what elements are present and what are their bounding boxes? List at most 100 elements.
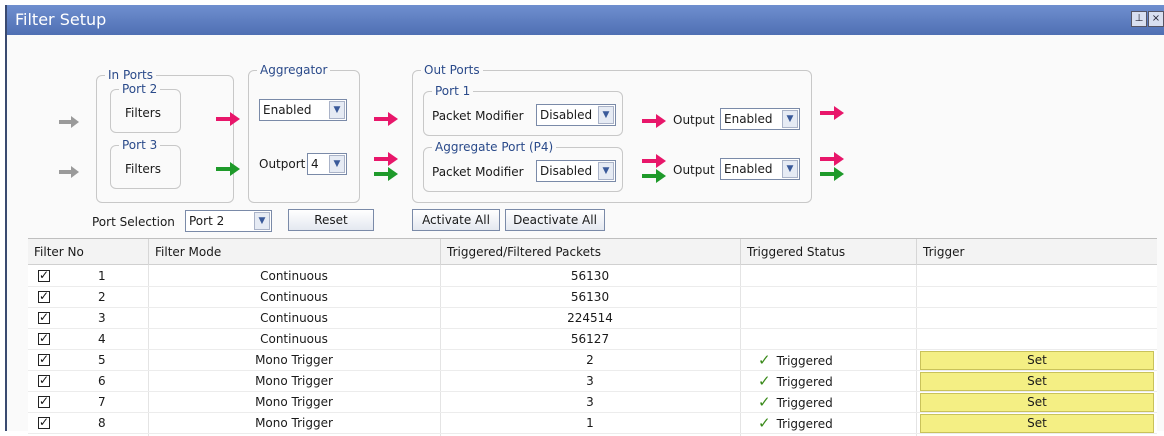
packets-cell: 3 [586, 395, 594, 409]
port3-title: Port 3 [119, 138, 161, 152]
aggregate-output-value: Enabled [724, 162, 773, 176]
row-checkbox[interactable]: ✓ [38, 310, 50, 324]
filter-mode-cell: Mono Trigger [255, 353, 333, 367]
port1-output-label: Output [673, 113, 715, 127]
table-row[interactable]: ✓ 6 Mono Trigger 3 ✓ Triggered Set [28, 371, 1157, 392]
red-arrow-icon [374, 112, 398, 126]
packets-cell: 3 [586, 374, 594, 388]
outport-select[interactable]: 4 ▼ [307, 153, 347, 175]
filter-mode-cell: Continuous [260, 332, 328, 346]
red-arrow-icon [642, 154, 666, 168]
red-arrow-icon [374, 152, 398, 166]
table-row[interactable]: ✓ 4 Continuous 56127 [28, 329, 1157, 350]
set-trigger-button[interactable]: Set [920, 372, 1154, 391]
row-checkbox[interactable]: ✓ [38, 373, 50, 387]
filter-no-cell: 7 [98, 395, 106, 409]
check-icon: ✓ [39, 310, 50, 324]
title-bar: Filter Setup ⊥ × [7, 5, 1164, 35]
port3-group: Port 3 Filters [110, 138, 181, 189]
triggered-status-text: Triggered [776, 396, 833, 410]
red-arrow-icon [216, 112, 240, 126]
port-selection-value: Port 2 [189, 214, 225, 228]
port1-modifier-label: Packet Modifier [432, 109, 524, 123]
aggregator-group: Aggregator Enabled ▼ Outport 4 ▼ [248, 63, 360, 203]
reset-button[interactable]: Reset [288, 209, 374, 231]
filter-setup-window: Filter Setup ⊥ × In Ports Port 2 Filters… [5, 5, 1164, 436]
row-checkbox[interactable]: ✓ [38, 394, 50, 408]
chevron-down-icon[interactable]: ▼ [598, 162, 614, 180]
chevron-down-icon[interactable]: ▼ [598, 106, 614, 124]
chevron-down-icon[interactable]: ▼ [782, 160, 798, 178]
set-trigger-button[interactable]: Set [920, 393, 1154, 412]
port2-filters-label[interactable]: Filters [125, 106, 161, 120]
set-trigger-button[interactable]: Set [920, 414, 1154, 433]
out-ports-group: Out Ports Port 1 Packet Modifier Disable… [412, 63, 812, 203]
row-checkbox[interactable]: ✓ [38, 289, 50, 303]
port-selection-select[interactable]: Port 2 ▼ [185, 210, 272, 232]
filter-no-cell: 6 [98, 374, 106, 388]
table-row[interactable]: ✓ 2 Continuous 56130 [28, 287, 1157, 308]
check-icon: ✓ [39, 394, 50, 408]
check-icon: ✓ [39, 415, 50, 429]
chevron-down-icon[interactable]: ▼ [329, 101, 345, 119]
set-trigger-button[interactable]: Set [920, 351, 1154, 370]
col-packets[interactable]: Triggered/Filtered Packets [440, 239, 740, 265]
col-triggered-status[interactable]: Triggered Status [740, 239, 916, 265]
gray-arrow-icon [59, 166, 79, 178]
checkmark-icon: ✓ [758, 414, 771, 432]
pin-icon[interactable]: ⊥ [1131, 11, 1147, 27]
chevron-down-icon[interactable]: ▼ [782, 110, 798, 128]
col-trigger[interactable]: Trigger [916, 239, 1157, 265]
packets-cell: 224514 [567, 311, 613, 325]
table-row[interactable]: ✓ 1 Continuous 56130 [28, 266, 1157, 287]
port2-title: Port 2 [119, 82, 161, 96]
port2-group: Port 2 Filters [110, 82, 181, 133]
table-row[interactable]: ✓ 5 Mono Trigger 2 ✓ Triggered Set [28, 350, 1157, 371]
aggregate-modifier-select[interactable]: Disabled ▼ [536, 160, 616, 182]
col-filter-no[interactable]: Filter No [28, 239, 148, 265]
close-icon[interactable]: × [1148, 11, 1164, 27]
green-arrow-icon [642, 169, 666, 183]
deactivate-all-button[interactable]: Deactivate All [505, 209, 605, 231]
packets-cell: 56130 [570, 269, 610, 283]
table-header: Filter No Filter Mode Triggered/Filtered… [28, 239, 1157, 265]
filter-table: Filter No Filter Mode Triggered/Filtered… [28, 238, 1157, 436]
table-row[interactable]: ✓ 3 Continuous 224514 [28, 308, 1157, 329]
port1-output-select[interactable]: Enabled ▼ [720, 108, 800, 130]
aggregator-state-select[interactable]: Enabled ▼ [259, 99, 347, 121]
aggregator-state-value: Enabled [263, 103, 312, 117]
port-selection-label: Port Selection [92, 215, 175, 229]
check-icon: ✓ [39, 352, 50, 366]
row-checkbox[interactable]: ✓ [38, 415, 50, 429]
checkmark-icon: ✓ [758, 372, 771, 390]
port1-modifier-value: Disabled [540, 108, 593, 122]
red-arrow-icon [642, 114, 666, 128]
chevron-down-icon[interactable]: ▼ [329, 155, 345, 173]
table-row[interactable]: ✓ 7 Mono Trigger 3 ✓ Triggered Set [28, 392, 1157, 413]
filter-no-cell: 3 [98, 311, 106, 325]
chevron-down-icon[interactable]: ▼ [254, 212, 270, 230]
check-icon: ✓ [39, 331, 50, 345]
activate-all-button[interactable]: Activate All [412, 209, 500, 231]
in-ports-group: In Ports Port 2 Filters Port 3 Filters [96, 68, 234, 203]
port1-output-value: Enabled [724, 112, 773, 126]
checkmark-icon: ✓ [758, 351, 771, 369]
col-filter-mode[interactable]: Filter Mode [148, 239, 440, 265]
port1-modifier-select[interactable]: Disabled ▼ [536, 104, 616, 126]
filter-mode-cell: Mono Trigger [255, 395, 333, 409]
red-arrow-icon [820, 152, 844, 166]
triggered-status-text: Triggered [776, 354, 833, 368]
red-arrow-icon [820, 106, 844, 120]
window-title: Filter Setup [15, 10, 107, 29]
port3-filters-label[interactable]: Filters [125, 162, 161, 176]
row-checkbox[interactable]: ✓ [38, 268, 50, 282]
packets-cell: 56127 [570, 332, 610, 346]
row-checkbox[interactable]: ✓ [38, 352, 50, 366]
row-checkbox[interactable]: ✓ [38, 331, 50, 345]
aggregate-modifier-value: Disabled [540, 164, 593, 178]
aggregate-modifier-label: Packet Modifier [432, 165, 524, 179]
filter-mode-cell: Mono Trigger [255, 374, 333, 388]
aggregate-output-select[interactable]: Enabled ▼ [720, 158, 800, 180]
aggregate-port-group: Aggregate Port (P4) Packet Modifier Disa… [423, 140, 623, 192]
outport-value: 4 [311, 157, 319, 171]
